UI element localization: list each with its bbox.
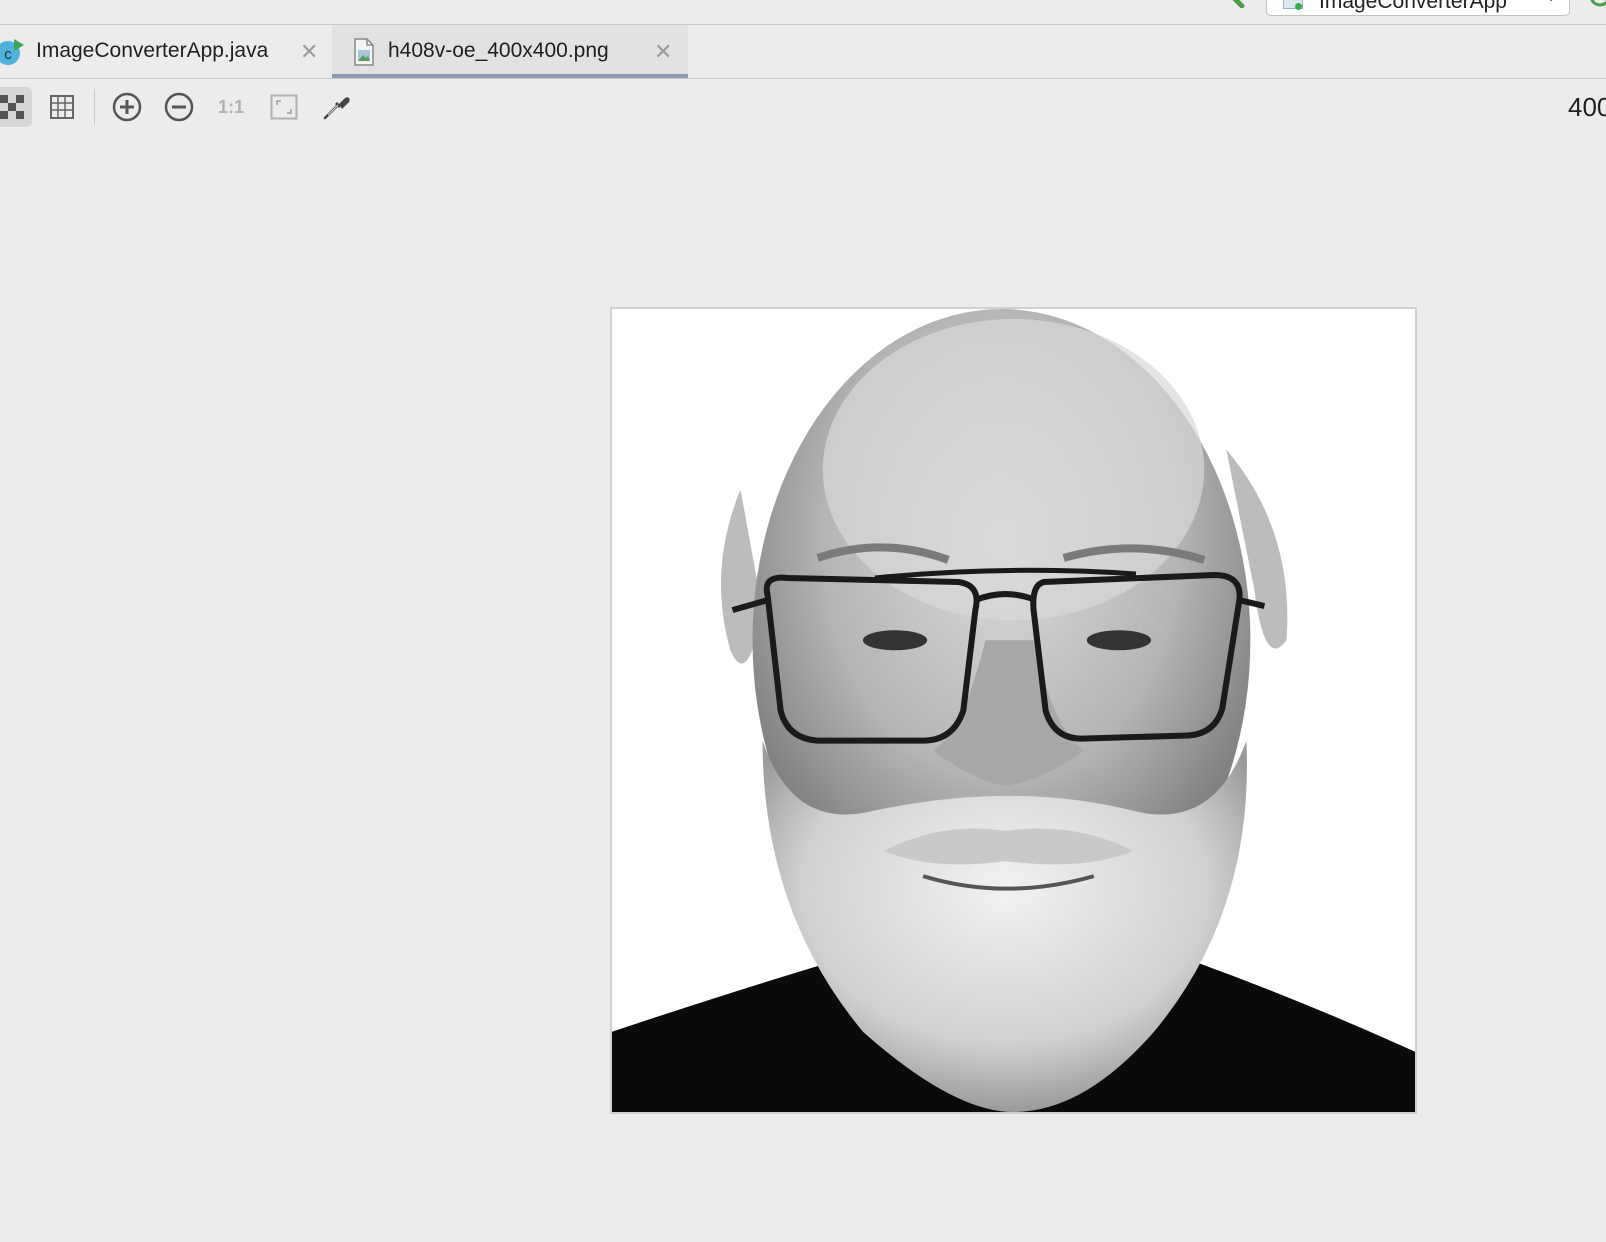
portrait-photo xyxy=(612,309,1415,1112)
fit-to-window-icon xyxy=(270,94,298,120)
tab-label: h408v-oe_400x400.png xyxy=(388,39,609,62)
navigation-bar: ImageConverterApp ⌄ xyxy=(0,0,1606,25)
tab-imageconverterapp-java[interactable]: c ImageConverterApp.java ✕ xyxy=(0,25,332,78)
grid-toggle[interactable] xyxy=(42,87,82,127)
image-canvas[interactable] xyxy=(0,135,1606,1242)
chessboard-background-toggle[interactable] xyxy=(0,87,32,127)
grid-icon xyxy=(50,95,74,119)
image-preview xyxy=(610,307,1417,1114)
image-file-icon xyxy=(354,38,374,66)
chevron-down-icon: ⌄ xyxy=(1545,0,1557,5)
actual-size-button[interactable]: 1:1 xyxy=(211,87,251,127)
run-status-dot xyxy=(1295,3,1302,10)
tab-label: ImageConverterApp.java xyxy=(36,39,269,62)
tab-h408v-oe-png[interactable]: h408v-oe_400x400.png ✕ xyxy=(332,25,688,78)
build-hammer-icon[interactable] xyxy=(1228,0,1250,8)
zoom-in-button[interactable] xyxy=(107,87,147,127)
svg-text:c: c xyxy=(4,46,12,63)
zoom-out-button[interactable] xyxy=(159,87,199,127)
fit-zoom-button[interactable] xyxy=(264,87,304,127)
zoom-in-icon xyxy=(112,92,142,122)
editor-tab-bar: c ImageConverterApp.java ✕ h408v-oe_400x… xyxy=(0,25,1606,79)
zoom-out-icon xyxy=(164,92,194,122)
close-icon[interactable]: ✕ xyxy=(654,39,672,65)
color-picker-button[interactable] xyxy=(316,87,356,127)
ide-window: ImageConverterApp ⌄ c ImageConverterApp.… xyxy=(0,0,1606,1242)
chessboard-icon xyxy=(0,95,24,119)
toolbar-separator xyxy=(94,89,95,125)
image-editor-toolbar: 1:1 400 xyxy=(0,79,1606,135)
run-configuration-selector[interactable]: ImageConverterApp ⌄ xyxy=(1266,0,1570,16)
close-icon[interactable]: ✕ xyxy=(300,39,318,65)
run-configuration-label: ImageConverterApp xyxy=(1319,0,1507,13)
image-size-info: 400 xyxy=(1568,92,1606,122)
java-class-icon: c xyxy=(0,39,24,65)
run-icon[interactable] xyxy=(1588,0,1606,10)
actual-size-icon: 1:1 xyxy=(217,96,244,117)
eyedropper-icon xyxy=(323,97,350,120)
